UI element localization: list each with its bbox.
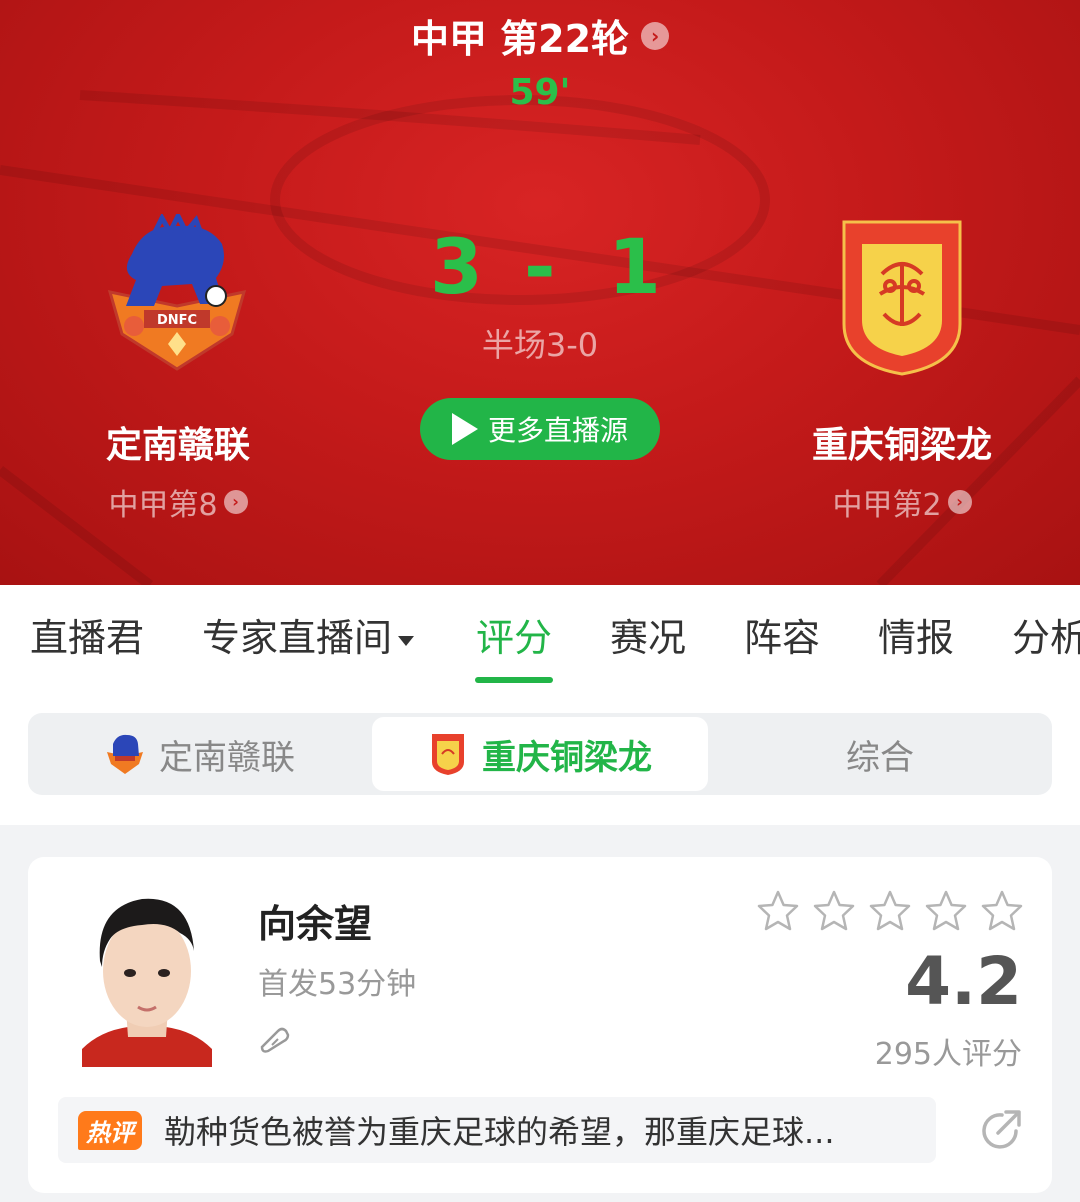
hot-comment-text: 勒种货色被誉为重庆足球的希望，那重庆足球... (164, 1113, 835, 1151)
tab-lineup[interactable]: 阵容 (744, 607, 820, 662)
halftime-score: 半场3-0 (481, 326, 599, 364)
team-segment-wrap: 定南赣联 重庆铜梁龙 综合 (0, 685, 1080, 825)
hot-comment-badge: 热评 (78, 1110, 142, 1150)
star-icon[interactable] (924, 889, 968, 933)
star-icon[interactable] (756, 889, 800, 933)
rating-count: 295人评分 (874, 1037, 1022, 1072)
team-segment-control: 定南赣联 重庆铜梁龙 综合 (28, 713, 1052, 795)
chevron-right-icon: › (641, 21, 670, 50)
segment-away-team[interactable]: 重庆铜梁龙 (372, 717, 708, 791)
chevron-right-icon: › (223, 490, 248, 514)
away-score: 1 (608, 222, 661, 311)
segment-home-label: 定南赣联 (159, 737, 295, 778)
round-label: 中甲 第22轮 (410, 17, 630, 61)
caret-down-icon (398, 635, 415, 646)
score-separator: - (524, 222, 556, 311)
home-rank-label: 中甲第8 (108, 488, 218, 523)
active-tab-indicator (475, 677, 553, 683)
tab-analysis[interactable]: 分析 (1012, 607, 1080, 662)
segment-overall[interactable]: 综合 (712, 717, 1048, 791)
player-avatar[interactable] (82, 881, 212, 1067)
scoreline: 3 - 1 (420, 222, 661, 312)
tab-ratings[interactable]: 评分 (476, 607, 552, 662)
segment-all-label: 综合 (846, 737, 914, 778)
away-team-name[interactable]: 重庆铜梁龙 (752, 416, 1052, 468)
away-rank-label: 中甲第2 (832, 488, 942, 523)
round-title[interactable]: 中甲 第22轮 › (0, 8, 1080, 63)
match-minute: 59' (509, 72, 571, 113)
star-icon[interactable] (868, 889, 912, 933)
player-name: 向余望 (258, 902, 373, 946)
star-icon[interactable] (812, 889, 856, 933)
hot-comment-bar[interactable]: 热评 勒种货色被誉为重庆足球的希望，那重庆足球... (58, 1097, 936, 1163)
tab-live-host[interactable]: 直播君 (30, 607, 144, 662)
rating-stars[interactable] (756, 889, 1024, 933)
more-live-sources-button[interactable]: 更多直播源 (420, 398, 660, 460)
live-button-label: 更多直播源 (487, 414, 628, 447)
share-icon[interactable] (978, 1107, 1024, 1153)
tab-expert-live-label: 专家直播间 (202, 616, 393, 660)
home-team-name[interactable]: 定南赣联 (28, 416, 328, 468)
segment-home-team[interactable]: 定南赣联 (32, 717, 368, 791)
tab-bar: 直播君 专家直播间 评分 赛况 阵容 情报 分析 (0, 585, 1080, 685)
tab-expert-live[interactable]: 专家直播间 (202, 607, 415, 662)
home-team-rank[interactable]: 中甲第8 › (28, 480, 328, 524)
away-team-mini-logo (432, 734, 464, 775)
home-team-mini-logo (107, 734, 143, 774)
play-icon (451, 413, 478, 445)
player-minutes: 首发53分钟 (258, 967, 417, 1002)
tab-match-events[interactable]: 赛况 (610, 607, 686, 662)
player-rating-value: 4.2 (905, 943, 1022, 1020)
ratings-content: 向余望 首发53分钟 4.2 295人评分 热评 勒种货色被誉为重庆足球的希望，… (0, 825, 1080, 1202)
player-rating-card[interactable]: 向余望 首发53分钟 4.2 295人评分 热评 勒种货色被誉为重庆足球的希望，… (28, 857, 1052, 1193)
tab-intel[interactable]: 情报 (878, 607, 954, 662)
segment-away-label: 重庆铜梁龙 (482, 737, 652, 778)
chevron-right-icon: › (947, 490, 972, 514)
match-header: 中甲 第22轮 › 59' DNFC 定南赣联 中甲第8 › 重庆铜梁龙 中甲第… (0, 0, 1080, 585)
star-icon[interactable] (980, 889, 1024, 933)
away-team-rank[interactable]: 中甲第2 › (752, 480, 1052, 524)
boot-icon (260, 1027, 290, 1053)
home-score: 3 (430, 222, 483, 311)
